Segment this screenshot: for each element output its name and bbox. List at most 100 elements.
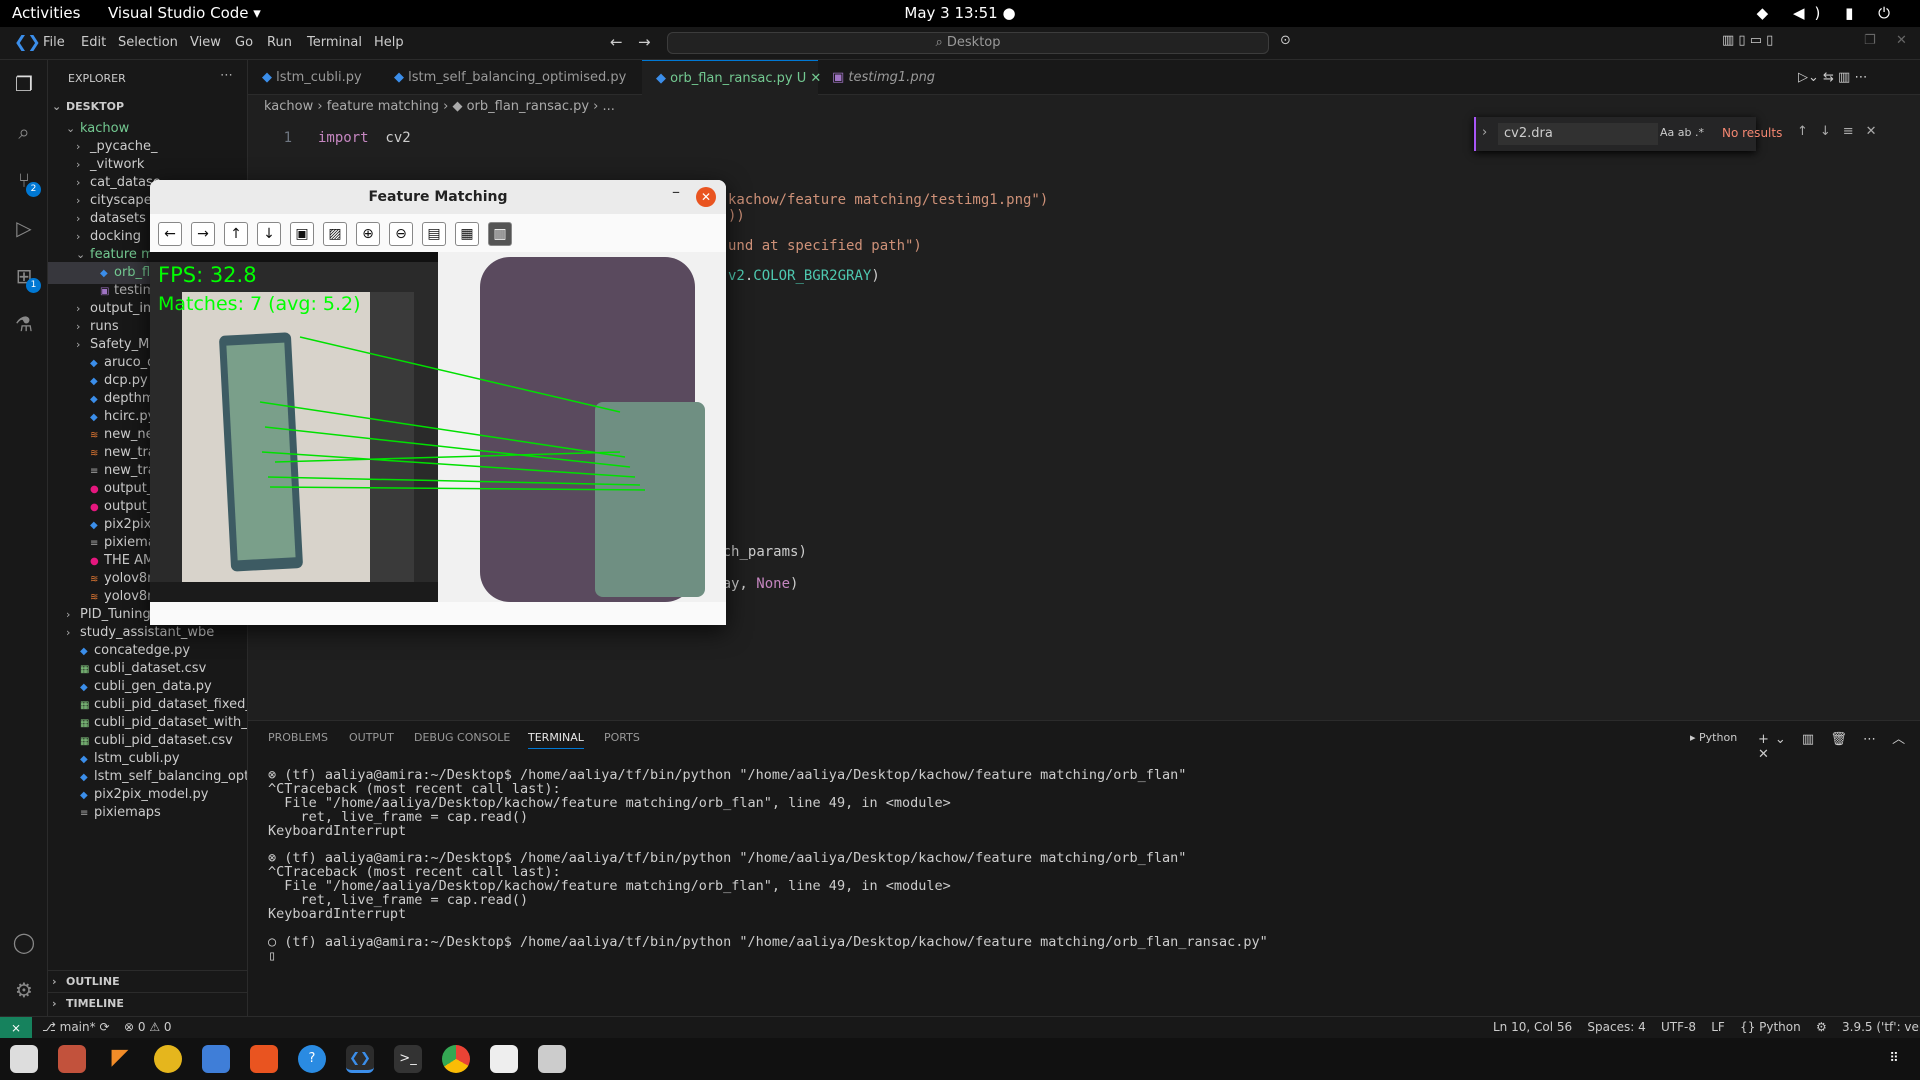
find-nav-icons[interactable]: ↑↓≡✕ — [1797, 124, 1889, 139]
outline-section[interactable]: › OUTLINE — [48, 970, 247, 992]
timeline-section[interactable]: › TIMELINE — [48, 992, 247, 1014]
editor-status-info[interactable]: Ln 10, Col 56 Spaces: 4 UTF-8 LF {} Pyth… — [1493, 1020, 1920, 1034]
find-input[interactable]: cv2.dra — [1498, 123, 1658, 145]
tab-debug-console[interactable]: DEBUG CONSOLE — [414, 731, 510, 744]
tree-item[interactable]: ≡ pixiemaps — [48, 802, 247, 824]
zoom-original-icon[interactable]: ▣ — [290, 222, 314, 246]
close-button[interactable]: ✕ — [696, 187, 716, 207]
matching-image[interactable]: FPS: 32.8 Matches: 7 (avg: 5.2) — [150, 252, 726, 602]
tree-item-label: feature m — [90, 247, 154, 262]
tab-testimg1[interactable]: ▣ testimg1.png — [818, 60, 948, 95]
tab-lstm-self-balancing[interactable]: ◆ lstm_self_balancing_optimised.py — [380, 60, 642, 95]
pan-left-icon[interactable]: ← — [158, 222, 182, 246]
menu-terminal[interactable]: Terminal — [307, 35, 362, 50]
command-center-search[interactable]: ⌕ Desktop — [667, 32, 1269, 54]
pan-up-icon[interactable]: ↑ — [224, 222, 248, 246]
image-viewer-icon[interactable] — [538, 1045, 566, 1073]
window-close-icon[interactable]: ✕ — [1896, 33, 1907, 48]
window-restore-icon[interactable]: ❐ — [1864, 33, 1876, 48]
search-icon[interactable]: ⌕ — [10, 118, 38, 146]
workspace-root[interactable]: ⌄ DESKTOP — [48, 96, 247, 118]
code-token: COLOR_BGR2GRAY — [753, 268, 872, 284]
tab-lstm-cubli[interactable]: ◆ lstm_cubli.py — [248, 60, 380, 95]
tab-problems[interactable]: PROBLEMS — [268, 731, 328, 744]
tree-item-label: lstm_cubli.py — [94, 751, 180, 766]
menu-run[interactable]: Run — [267, 35, 292, 50]
terminal-actions[interactable]: +⌄ ▥ 🗑 ⋯ ︿ ✕ — [1758, 728, 1920, 762]
code-token: cv2 — [368, 130, 411, 146]
tree-item-label: cityscape — [90, 193, 152, 208]
run-file-icon[interactable]: ▷⌄ ⇆ ▥ ⋯ — [1798, 60, 1867, 95]
settings-gear-icon[interactable]: ⚙ — [10, 976, 38, 1004]
left-frame-bottombar — [150, 582, 438, 602]
back-arrow-icon[interactable]: ← — [610, 33, 623, 51]
terminal-dock-icon[interactable]: >_ — [394, 1045, 422, 1073]
tree-item-label: runs — [90, 319, 119, 334]
explorer-icon[interactable]: ❐ — [10, 70, 38, 98]
writer-icon[interactable] — [202, 1045, 230, 1073]
tree-item-label: cubli_dataset.csv — [94, 661, 207, 676]
layout-icon[interactable]: ▥ ▯ ▭ ▯ — [1722, 33, 1773, 48]
menu-selection[interactable]: Selection — [118, 35, 178, 50]
menu-edit[interactable]: Edit — [81, 35, 106, 50]
tree-item-label: output_im — [90, 301, 156, 316]
tab-ports[interactable]: PORTS — [604, 731, 640, 744]
help-icon[interactable]: ? — [298, 1045, 326, 1073]
zoom-fit-icon[interactable]: ▨ — [323, 222, 347, 246]
pan-right-icon[interactable]: → — [191, 222, 215, 246]
save-icon[interactable]: ▤ — [422, 222, 446, 246]
run-debug-icon[interactable]: ▷ — [10, 214, 38, 242]
terminal-shell-label[interactable]: ▸ Python — [1690, 731, 1737, 744]
menu-go[interactable]: Go — [235, 35, 253, 50]
tree-item-label: study_assistant_wbe — [80, 625, 215, 640]
menu-file[interactable]: File — [43, 35, 65, 50]
account-icon[interactable]: ◯ — [10, 928, 38, 956]
find-options[interactable]: Aa ab .* — [1660, 126, 1704, 139]
file-type-icon: ≡ — [80, 808, 89, 819]
breadcrumb[interactable]: kachow › feature matching › ◆ orb_flan_r… — [264, 99, 615, 114]
files-icon[interactable] — [10, 1045, 38, 1073]
toggle-replace-icon[interactable]: › — [1482, 125, 1487, 140]
vscode-dock-icon[interactable]: ❮❯ — [346, 1045, 374, 1073]
pan-down-icon[interactable]: ↓ — [257, 222, 281, 246]
app-grid-icon[interactable]: ⠿ — [1880, 1045, 1908, 1073]
chrome-icon[interactable] — [442, 1045, 470, 1073]
scm-badge: 2 — [26, 182, 41, 197]
tree-item-label: kachow — [80, 121, 130, 136]
properties-icon[interactable]: ▦ — [455, 222, 479, 246]
zoom-in-icon[interactable]: ⊕ — [356, 222, 380, 246]
forward-arrow-icon[interactable]: → — [638, 33, 651, 51]
left-frame-topbar — [150, 252, 438, 262]
text-editor-icon[interactable] — [490, 1045, 518, 1073]
minimize-button[interactable]: – — [672, 182, 680, 201]
testing-icon[interactable]: ⚗ — [10, 310, 38, 338]
problems-indicator[interactable]: ⊗ 0 ⚠ 0 — [124, 1020, 172, 1034]
activity-bar: ❐ ⌕ ⑂ 2 ▷ ⊞ 1 ⚗ ◯ ⚙ — [0, 60, 48, 1016]
menu-help[interactable]: Help — [374, 35, 404, 50]
copilot-icon[interactable]: ⊙ — [1280, 33, 1291, 48]
branch-indicator[interactable]: ⎇ main* ⟳ — [42, 1020, 110, 1034]
code-line: import cv2 — [318, 130, 411, 146]
bottom-panel: PROBLEMS OUTPUT DEBUG CONSOLE TERMINAL P… — [248, 720, 1920, 1016]
rhythmbox-icon[interactable] — [154, 1045, 182, 1073]
clock[interactable]: May 3 13:51 ● — [0, 4, 1920, 22]
tree-item-label: datasets — [90, 211, 146, 226]
explorer-title: EXPLORER — [68, 72, 126, 85]
document-viewer-icon[interactable] — [58, 1045, 86, 1073]
more-actions-icon[interactable]: ⋯ — [220, 68, 233, 83]
code-token: und at specified path") — [728, 238, 922, 254]
window-title: Feature Matching — [150, 180, 726, 214]
sublime-icon[interactable]: ◤ — [106, 1045, 134, 1073]
menu-view[interactable]: View — [190, 35, 221, 50]
tab-terminal[interactable]: TERMINAL — [528, 731, 584, 749]
app-center-icon[interactable] — [250, 1045, 278, 1073]
title-bar: ❮❯ File Edit Selection View Go Run Termi… — [0, 27, 1920, 60]
tab-output[interactable]: OUTPUT — [349, 731, 394, 744]
tab-orb-flan-ransac[interactable]: ◆ orb_flan_ransac.py U ✕ — [642, 60, 821, 95]
zoom-out-icon[interactable]: ⊖ — [389, 222, 413, 246]
system-tray[interactable]: ◆ ◀) ▮ ⏻ — [1757, 4, 1900, 22]
remote-icon[interactable]: ⨯ — [0, 1017, 32, 1039]
settings-icon[interactable]: ▥ — [488, 222, 512, 246]
tree-item-label: Safety_Mo — [90, 337, 158, 352]
vscode-logo-icon: ❮❯ — [14, 32, 41, 51]
